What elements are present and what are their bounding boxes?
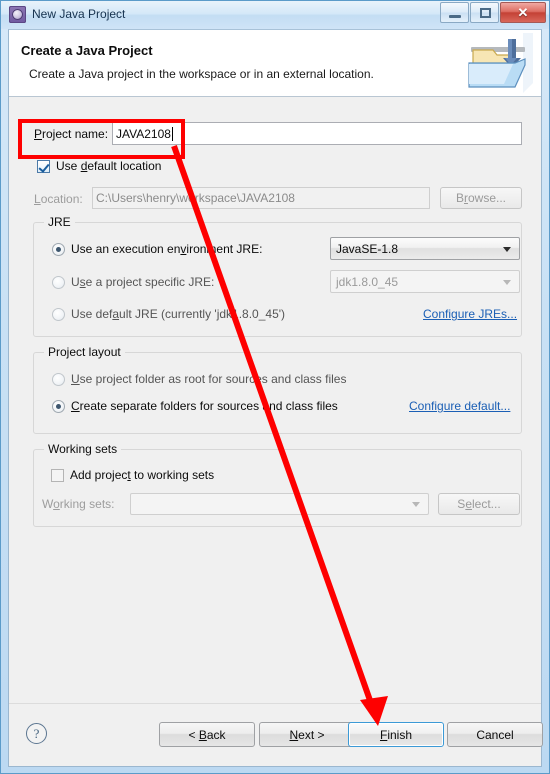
configure-jres-link[interactable]: Configure JREs...	[423, 307, 517, 321]
back-label: < Back	[188, 727, 226, 742]
radio-separate-folders[interactable]: Create separate folders for sources and …	[52, 399, 338, 413]
project-specific-jre-combo[interactable]: jdk1.8.0_45	[330, 270, 520, 293]
add-project-to-working-sets-label: Add project to working sets	[70, 468, 215, 482]
java-project-folder-icon	[461, 33, 533, 93]
chevron-down-icon	[503, 279, 511, 285]
jre-group-title: JRE	[44, 215, 75, 229]
use-default-location-label: Use default location	[56, 159, 162, 173]
project-layout-group: Project layout Use project folder as roo…	[33, 345, 522, 434]
finish-button[interactable]: Finish	[348, 722, 444, 747]
project-name-label: Project name:	[34, 127, 109, 141]
text-caret	[171, 126, 173, 141]
wizard-header: Create a Java Project Create a Java proj…	[9, 30, 541, 97]
minimize-button[interactable]	[440, 2, 469, 23]
radio-execution-environment-jre[interactable]: Use an execution environment JRE:	[52, 242, 262, 256]
radio-selected-icon	[52, 242, 65, 256]
radio-execution-environment-jre-label: Use an execution environment JRE:	[71, 242, 263, 256]
radio-default-jre-label: Use default JRE (currently 'jdk1.8.0_45'…	[71, 307, 286, 321]
next-button[interactable]: Next >	[259, 722, 355, 747]
window-title: New Java Project	[32, 7, 126, 21]
page-title: Create a Java Project	[21, 43, 153, 58]
radio-unselected-icon	[52, 275, 65, 289]
minimize-icon	[449, 15, 461, 18]
jre-group: JRE Use an execution environment JRE: Ja…	[33, 215, 522, 337]
working-sets-combo[interactable]	[130, 493, 429, 515]
use-default-location-checkbox[interactable]: Use default location	[37, 159, 161, 173]
radio-selected-icon	[52, 399, 65, 413]
finish-label: Finish	[379, 727, 413, 742]
title-bar[interactable]: New Java Project ✕	[1, 1, 549, 29]
form-area: Project name: JAVA2108 Use default locat…	[9, 97, 541, 703]
radio-unselected-icon	[52, 307, 65, 321]
radio-unselected-icon	[52, 372, 65, 386]
project-name-row: Project name: JAVA2108	[9, 122, 541, 148]
execution-environment-combo[interactable]: JavaSE-1.8	[330, 237, 520, 260]
working-sets-group: Working sets Add project to working sets…	[33, 442, 522, 527]
location-value: C:\Users\henry\workspace\JAVA2108	[96, 191, 295, 205]
dialog-button-bar: ? < Back Next > Finish Cancel	[9, 703, 543, 766]
working-sets-label: Working sets:	[42, 497, 115, 511]
back-button[interactable]: < Back	[159, 722, 255, 747]
select-label: Select...	[457, 497, 501, 511]
radio-project-folder-root-label: Use project folder as root for sources a…	[71, 372, 347, 386]
project-name-value: JAVA2108	[116, 126, 171, 141]
location-input[interactable]: C:\Users\henry\workspace\JAVA2108	[92, 187, 430, 209]
cancel-button[interactable]: Cancel	[447, 722, 543, 747]
maximize-button[interactable]	[470, 2, 499, 23]
project-layout-group-title: Project layout	[44, 345, 125, 359]
cancel-label: Cancel	[476, 727, 514, 742]
radio-default-jre[interactable]: Use default JRE (currently 'jdk1.8.0_45'…	[52, 307, 285, 321]
page-subtitle: Create a Java project in the workspace o…	[29, 67, 374, 81]
next-label: Next >	[289, 727, 325, 742]
radio-separate-folders-label: Create separate folders for sources and …	[71, 399, 338, 413]
checkbox-unchecked-icon	[51, 468, 64, 482]
project-name-input[interactable]: JAVA2108	[112, 122, 522, 145]
radio-project-folder-root[interactable]: Use project folder as root for sources a…	[52, 372, 346, 386]
close-button[interactable]: ✕	[500, 2, 546, 23]
checkbox-checked-icon	[37, 159, 50, 173]
eclipse-wizard-icon	[9, 6, 26, 23]
dialog-client: Create a Java Project Create a Java proj…	[8, 29, 543, 767]
working-sets-group-title: Working sets	[44, 442, 122, 456]
browse-button[interactable]: Browse...	[440, 187, 522, 209]
radio-project-specific-jre-label: Use a project specific JRE:	[71, 275, 215, 289]
radio-project-specific-jre[interactable]: Use a project specific JRE:	[52, 275, 214, 289]
chevron-down-icon	[503, 246, 511, 252]
new-java-project-dialog: New Java Project ✕ Create a Java Project…	[0, 0, 550, 774]
chevron-down-icon	[412, 502, 420, 507]
help-icon[interactable]: ?	[26, 723, 47, 744]
browse-label: Browse...	[455, 191, 507, 205]
configure-default-link[interactable]: Configure default...	[409, 399, 510, 413]
close-icon: ✕	[517, 4, 529, 20]
location-label: Location:	[34, 192, 83, 206]
execution-environment-value: JavaSE-1.8	[336, 241, 399, 256]
select-working-sets-button[interactable]: Select...	[438, 493, 520, 515]
add-project-to-working-sets-checkbox[interactable]: Add project to working sets	[51, 468, 214, 482]
maximize-icon	[480, 8, 491, 18]
window-controls: ✕	[439, 2, 546, 23]
project-specific-jre-value: jdk1.8.0_45	[336, 274, 399, 289]
location-row: Location: C:\Users\henry\workspace\JAVA2…	[9, 187, 541, 211]
